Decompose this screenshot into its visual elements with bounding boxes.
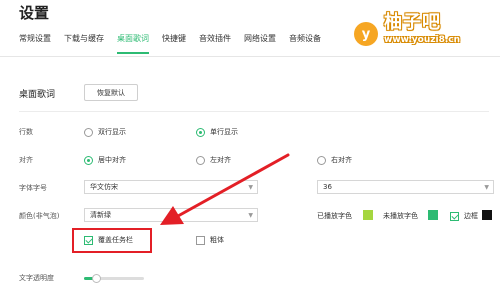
radio-align-center[interactable]: 居中对齐 (84, 155, 126, 165)
played-color-label: 已播放字色 (317, 212, 352, 220)
unplayed-color-label: 未播放字色 (383, 212, 418, 220)
watermark-name: 柚子吧 (384, 12, 441, 33)
radio-label: 左对齐 (210, 156, 231, 164)
border-checkbox[interactable]: 边框 (450, 211, 478, 221)
radio-dot-selected (84, 155, 93, 165)
checkbox-box (196, 235, 205, 245)
chevron-down-icon: ▼ (484, 184, 489, 191)
radio-dot (317, 155, 326, 165)
watermark-url: www.youzi8.cn (384, 35, 460, 45)
lines-label: 行数 (19, 128, 33, 136)
radio-label: 单行显示 (210, 128, 238, 136)
font-family-value: 华文仿宋 (90, 183, 118, 191)
section-title: 桌面歌词 (19, 90, 56, 100)
checkbox-box-checked (450, 211, 459, 221)
tab-sound-plugins[interactable]: 音效插件 (199, 31, 231, 51)
section-divider (19, 111, 489, 112)
radio-label: 居中对齐 (98, 156, 126, 164)
page-title: 设置 (19, 4, 50, 22)
tab-desktop-lyrics[interactable]: 桌面歌词 (117, 31, 149, 54)
chevron-down-icon: ▼ (248, 212, 253, 219)
site-watermark: y 柚子吧 www.youzi8.cn (351, 4, 500, 54)
radio-single-line[interactable]: 单行显示 (196, 127, 238, 137)
bold-checkbox[interactable]: 粗体 (196, 235, 224, 245)
checkbox-label: 粗体 (210, 236, 224, 244)
tab-general[interactable]: 常规设置 (19, 31, 51, 51)
opacity-label: 文字透明度 (19, 274, 54, 282)
radio-label: 右对齐 (331, 156, 352, 164)
opacity-slider[interactable] (84, 274, 144, 283)
align-label: 对齐 (19, 156, 33, 164)
font-label: 字体字号 (19, 184, 47, 192)
font-size-select[interactable]: 36 ▼ (317, 180, 494, 194)
radio-align-right[interactable]: 右对齐 (317, 155, 352, 165)
tab-download-cache[interactable]: 下载与缓存 (64, 31, 104, 51)
checkbox-label: 边框 (464, 212, 478, 220)
radio-label: 双行显示 (98, 128, 126, 136)
color-preset-value: 清新绿 (90, 211, 111, 219)
opacity-slider-knob[interactable] (92, 274, 101, 283)
settings-tabs: 常规设置 下载与缓存 桌面歌词 快捷键 音效插件 网络设置 音频设备 (19, 31, 334, 54)
radio-dot-selected (196, 127, 205, 137)
font-family-select[interactable]: 华文仿宋 ▼ (84, 180, 258, 194)
tab-hotkeys[interactable]: 快捷键 (162, 31, 186, 51)
tab-audio-device[interactable]: 音频设备 (289, 31, 321, 51)
highlight-box (72, 228, 152, 253)
color-preset-select[interactable]: 清新绿 ▼ (84, 208, 258, 222)
radio-dot (84, 127, 93, 137)
header-divider (0, 56, 500, 57)
unplayed-color-swatch[interactable] (428, 210, 438, 220)
border-color-swatch[interactable] (482, 210, 492, 220)
chevron-down-icon: ▼ (248, 184, 253, 191)
tab-network[interactable]: 网络设置 (244, 31, 276, 51)
radio-align-left[interactable]: 左对齐 (196, 155, 231, 165)
radio-double-line[interactable]: 双行显示 (84, 127, 126, 137)
watermark-logo-icon: y (354, 22, 378, 46)
reset-defaults-button[interactable]: 恢复默认 (84, 84, 138, 101)
played-color-swatch[interactable] (363, 210, 373, 220)
radio-dot (196, 155, 205, 165)
color-label: 颜色(非气泡) (19, 212, 60, 220)
font-size-value: 36 (323, 183, 332, 191)
